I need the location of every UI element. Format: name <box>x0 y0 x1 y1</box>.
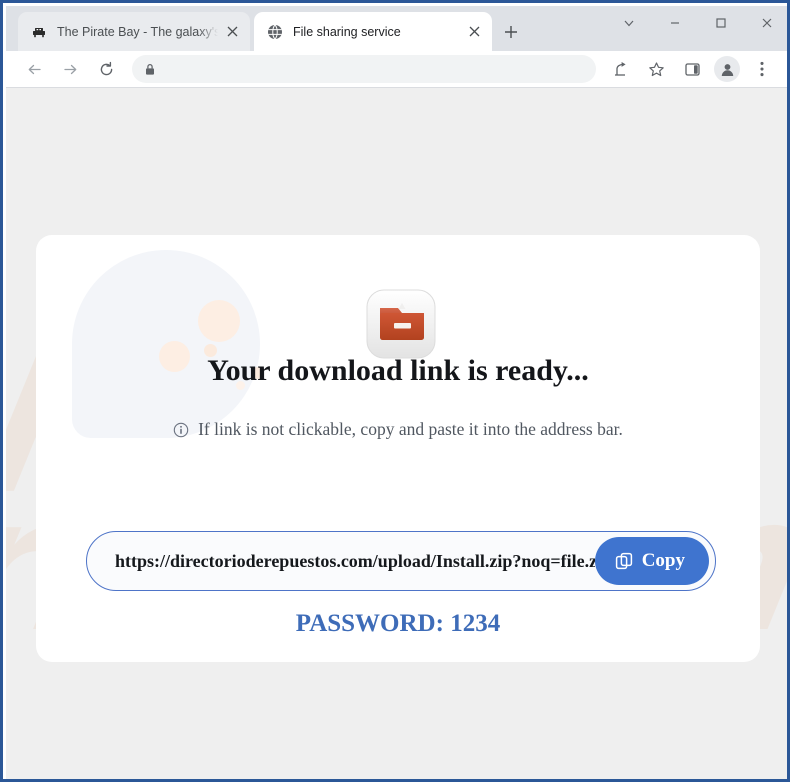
address-bar[interactable] <box>132 55 596 83</box>
new-tab-button[interactable] <box>498 19 524 45</box>
copy-icon <box>615 552 633 570</box>
reload-icon[interactable] <box>92 55 120 83</box>
screenshot-frame: The Pirate Bay - The galaxy's mos File s… <box>0 0 790 782</box>
hint-text: If link is not clickable, copy and paste… <box>198 419 623 439</box>
side-panel-icon[interactable] <box>678 55 706 83</box>
maximize-icon[interactable] <box>698 6 744 40</box>
star-icon[interactable] <box>642 55 670 83</box>
tab-close-icon[interactable] <box>464 22 484 42</box>
tab-close-icon[interactable] <box>222 22 242 42</box>
download-link-bar[interactable]: https://directorioderepuestos.com/upload… <box>86 531 716 591</box>
minimize-icon[interactable] <box>652 6 698 40</box>
browser-toolbar <box>6 51 787 88</box>
hint-row: If link is not clickable, copy and paste… <box>36 419 760 439</box>
zip-archive-icon <box>363 286 439 362</box>
info-icon <box>173 422 189 438</box>
browser-chrome: The Pirate Bay - The galaxy's mos File s… <box>6 6 787 88</box>
globe-icon <box>266 23 283 40</box>
tab-title: The Pirate Bay - The galaxy's mos <box>57 24 218 39</box>
ship-icon <box>30 23 47 40</box>
copy-button-label: Copy <box>641 550 685 571</box>
forward-arrow-icon[interactable] <box>56 55 84 83</box>
share-icon[interactable] <box>606 55 634 83</box>
tab-search-icon[interactable] <box>606 6 652 40</box>
lock-icon <box>144 63 160 76</box>
profile-avatar-icon[interactable] <box>714 56 740 82</box>
tab-title: File sharing service <box>293 24 401 39</box>
window-controls <box>606 6 787 51</box>
back-arrow-icon[interactable] <box>20 55 48 83</box>
browser-tab-pirate-bay[interactable]: The Pirate Bay - The galaxy's mos <box>18 12 250 51</box>
tab-strip: The Pirate Bay - The galaxy's mos File s… <box>6 6 787 51</box>
browser-tab-file-sharing-service[interactable]: File sharing service <box>254 12 492 51</box>
three-dot-menu-icon[interactable] <box>748 55 776 83</box>
page-viewport: pc risk.com <box>6 88 787 779</box>
download-url-text[interactable]: https://directorioderepuestos.com/upload… <box>87 551 595 572</box>
copy-button[interactable]: Copy <box>594 537 709 585</box>
close-icon[interactable] <box>744 6 787 40</box>
password-label: PASSWORD: 1234 <box>295 610 501 637</box>
